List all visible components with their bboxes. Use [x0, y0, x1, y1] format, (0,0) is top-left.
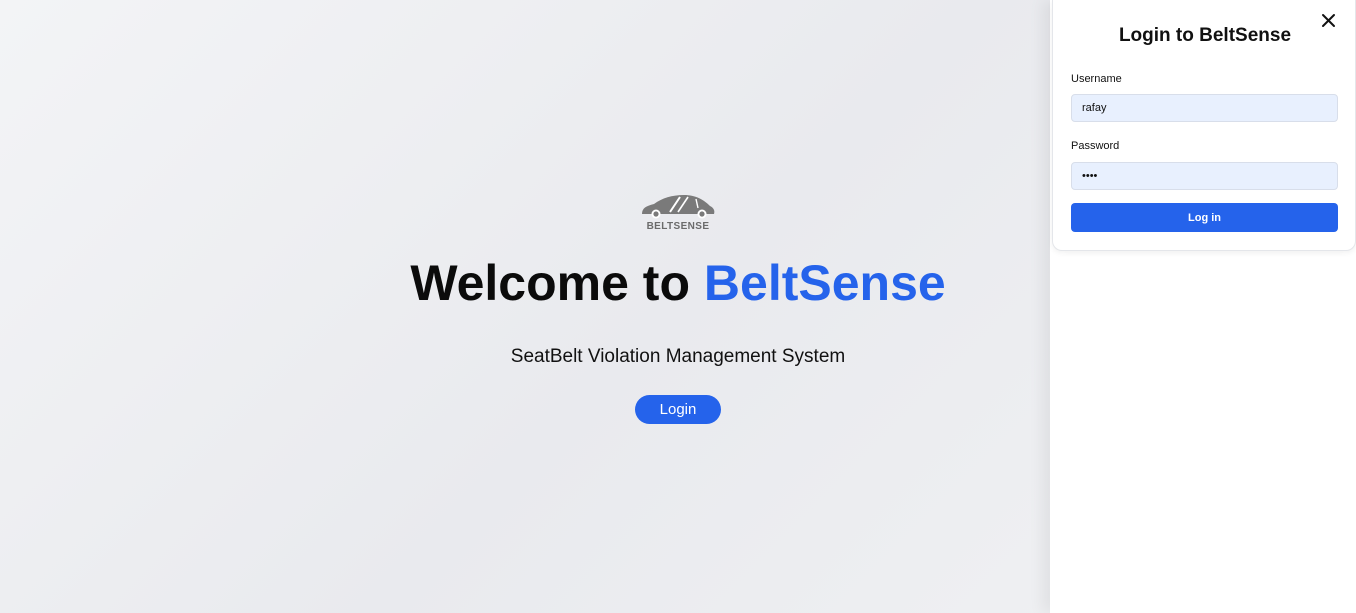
beltsense-logo: BELTSENSE [640, 192, 716, 236]
password-input[interactable] [1071, 162, 1338, 190]
username-label: Username [1071, 73, 1122, 85]
password-label: Password [1071, 140, 1120, 152]
username-input[interactable] [1071, 94, 1338, 122]
login-button[interactable]: Login [635, 395, 721, 424]
welcome-prefix: Welcome to [410, 255, 704, 311]
welcome-brand: BeltSense [703, 255, 946, 311]
car-icon [642, 195, 715, 219]
submit-login-button[interactable]: Log in [1071, 203, 1338, 232]
login-card: Login to BeltSense Username Password Log… [1052, 0, 1356, 251]
hero-section: BELTSENSE Welcome to BeltSense SeatBelt … [0, 0, 1050, 613]
login-title: Login to BeltSense [1118, 25, 1292, 46]
logo-text: BELTSENSE [646, 221, 710, 232]
